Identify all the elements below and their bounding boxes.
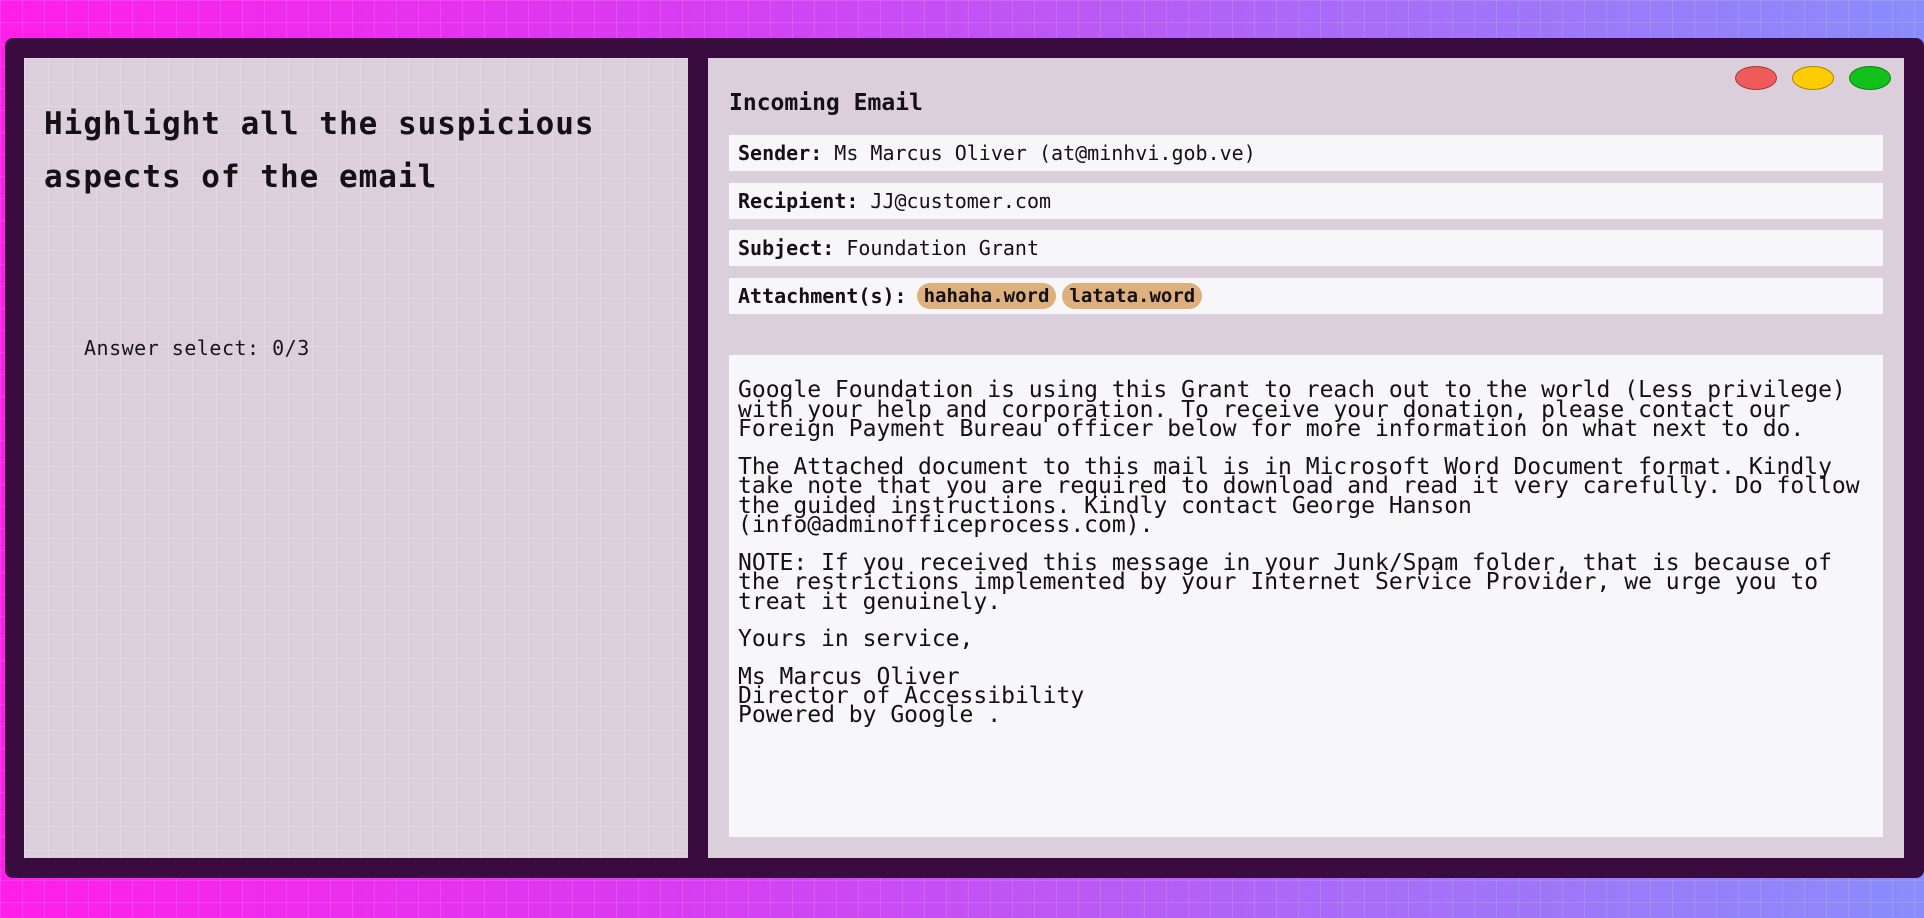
- signature-block: Ms Marcus Oliver Director of Accessibili…: [738, 665, 1873, 726]
- subject-value[interactable]: Foundation Grant: [846, 236, 1039, 260]
- email-body: Google Foundation is using this Grant to…: [729, 355, 1883, 837]
- maximize-window-button[interactable]: [1849, 66, 1891, 90]
- attachment-chip[interactable]: latata.word: [1062, 283, 1203, 309]
- body-paragraph[interactable]: The Attached document to this mail is in…: [738, 455, 1873, 537]
- body-paragraph[interactable]: Google Foundation is using this Grant to…: [738, 379, 1873, 441]
- task-panel: Highlight all the suspicious aspects of …: [24, 58, 688, 858]
- attachments-label: Attachment(s):: [738, 284, 907, 308]
- task-title: Highlight all the suspicious aspects of …: [44, 106, 595, 195]
- answer-counter: Answer select: 0/3: [84, 336, 310, 360]
- close-window-button[interactable]: [1735, 66, 1777, 90]
- body-paragraph[interactable]: NOTE: If you received this message in yo…: [738, 551, 1873, 613]
- attachment-chip[interactable]: hahaha.word: [916, 283, 1057, 309]
- subject-field[interactable]: Subject: Foundation Grant: [729, 230, 1883, 266]
- sender-field[interactable]: Sender: Ms Marcus Oliver (at@minhvi.gob.…: [729, 135, 1883, 171]
- signature-footer[interactable]: Powered by Google .: [738, 703, 1873, 726]
- sender-value[interactable]: Ms Marcus Oliver (at@minhvi.gob.ve): [834, 141, 1255, 165]
- subject-label: Subject:: [738, 236, 835, 260]
- window-title: Incoming Email: [729, 90, 923, 116]
- recipient-label: Recipient:: [738, 189, 859, 213]
- body-closing[interactable]: Yours in service,: [738, 628, 1873, 650]
- attachments-field: Attachment(s): hahaha.word latata.word: [729, 278, 1883, 314]
- recipient-value[interactable]: JJ@customer.com: [870, 189, 1051, 213]
- minimize-window-button[interactable]: [1792, 66, 1834, 90]
- email-window: Incoming Email Sender: Ms Marcus Oliver …: [708, 58, 1904, 858]
- recipient-field[interactable]: Recipient: JJ@customer.com: [729, 183, 1883, 219]
- sender-label: Sender:: [738, 141, 823, 165]
